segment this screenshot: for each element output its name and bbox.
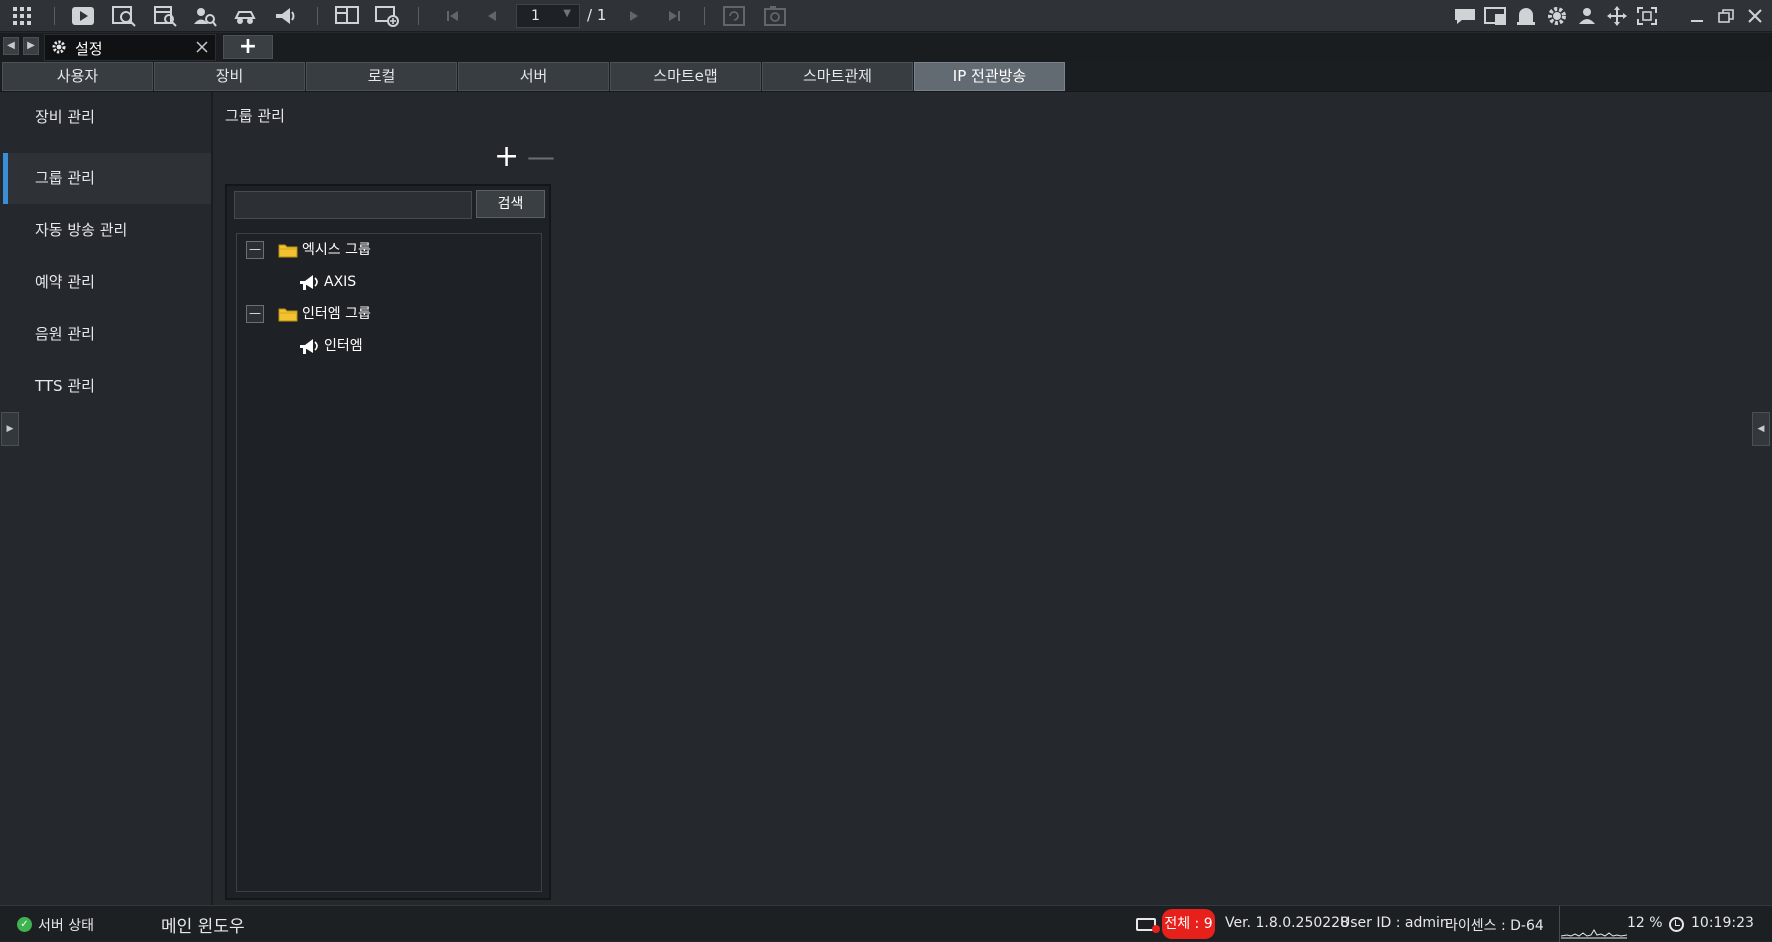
cpu-usage: 12 %	[1627, 915, 1663, 931]
tab-server[interactable]: 서버	[458, 62, 609, 91]
tab-settings[interactable]: 설정	[44, 34, 216, 61]
group-tree-panel: 검색 — 엑시스 그룹 AXIS — 인터엠 그룹 인터엠	[225, 184, 551, 900]
top-toolbar: 1 ▼ / 1	[0, 0, 1772, 32]
refresh-screen-icon[interactable]	[721, 4, 747, 28]
tree-group-label: 엑시스 그룹	[302, 242, 371, 258]
clock-time: 10:19:23	[1691, 915, 1754, 931]
gear-icon	[51, 39, 67, 55]
main-window-label: 메인 윈도우	[161, 917, 245, 937]
snapshot-icon[interactable]	[762, 4, 788, 28]
collapse-toggle-icon[interactable]: —	[246, 241, 264, 259]
page-number-select[interactable]: 1 ▼	[516, 4, 580, 28]
divider	[1559, 906, 1560, 942]
tab-smart-control[interactable]: 스마트관제	[762, 62, 913, 91]
page-title: 그룹 관리	[225, 107, 285, 125]
tree-group-row[interactable]: — 엑시스 그룹	[237, 237, 537, 263]
tab-local[interactable]: 로컬	[306, 62, 457, 91]
search-button[interactable]: 검색	[476, 190, 545, 218]
tree-device-row[interactable]: 인터엠	[237, 333, 537, 359]
layout-icon[interactable]	[334, 4, 360, 28]
megaphone-icon	[300, 275, 318, 290]
minimize-icon[interactable]	[1686, 4, 1708, 28]
prev-page-icon[interactable]	[480, 4, 506, 28]
collapse-toggle-icon[interactable]: —	[246, 305, 264, 323]
user-icon[interactable]	[1574, 4, 1600, 28]
megaphone-icon	[300, 339, 318, 354]
clock-icon	[1669, 917, 1684, 932]
settings-icon[interactable]	[1544, 4, 1570, 28]
tab-devices[interactable]: 장비	[154, 62, 305, 91]
folder-icon	[278, 244, 298, 258]
settings-tabs: 사용자 장비 로컬 서버 스마트e맵 스마트관제 IP 전관방송	[0, 61, 1772, 92]
toolbar-separator	[54, 7, 55, 25]
version-label: Ver. 1.8.0.250228	[1225, 915, 1349, 931]
tab-smart-emap[interactable]: 스마트e맵	[610, 62, 761, 91]
user-id-label: User ID : admin	[1340, 915, 1449, 931]
check-icon: ✓	[17, 917, 32, 932]
status-bar: ✓ 서버 상태 메인 윈도우 전체 : 9 Ver. 1.8.0.250228 …	[0, 905, 1772, 942]
chat-icon[interactable]	[1452, 4, 1478, 28]
remote-icon[interactable]	[1483, 4, 1509, 28]
cpu-graph	[1561, 929, 1627, 939]
first-page-icon[interactable]	[440, 4, 466, 28]
play-icon[interactable]	[70, 4, 96, 28]
last-page-icon[interactable]	[661, 4, 687, 28]
add-screen-icon[interactable]	[374, 4, 400, 28]
status-badge[interactable]: 전체 : 9	[1162, 909, 1215, 939]
tree-group-row[interactable]: — 인터엠 그룹	[237, 301, 537, 327]
toolbar-separator	[418, 7, 419, 25]
sidebar-item-audio-source[interactable]: 음원 관리	[3, 309, 211, 360]
remove-group-button[interactable]: —	[527, 143, 555, 171]
sidebar-item-reservation[interactable]: 예약 관리	[3, 257, 211, 308]
sidebar-item-auto-broadcast[interactable]: 자동 방송 관리	[3, 205, 211, 256]
tab-scroll-right-icon[interactable]: ▶	[23, 37, 39, 55]
right-panel-toggle-icon[interactable]: ◀	[1752, 412, 1770, 446]
next-page-icon[interactable]	[620, 4, 646, 28]
broadcast-icon[interactable]	[273, 4, 299, 28]
chevron-down-icon: ▼	[563, 8, 571, 19]
toolbar-separator	[317, 7, 318, 25]
vehicle-search-icon[interactable]	[232, 4, 258, 28]
page-total: / 1	[587, 6, 607, 24]
license-label: 라이센스 : D-64	[1445, 918, 1544, 934]
move-icon[interactable]	[1604, 4, 1630, 28]
group-tree: — 엑시스 그룹 AXIS — 인터엠 그룹 인터엠	[236, 233, 542, 892]
sidebar-item-device-management[interactable]: 장비 관리	[3, 92, 211, 143]
tab-scroll-left-icon[interactable]: ◀	[3, 37, 19, 55]
tree-device-label: AXIS	[324, 274, 357, 290]
close-icon[interactable]	[1744, 4, 1766, 28]
event-search-icon[interactable]	[152, 4, 178, 28]
camera-alert-icon[interactable]	[1136, 918, 1160, 933]
restore-icon[interactable]	[1715, 4, 1737, 28]
person-search-icon[interactable]	[192, 4, 218, 28]
page-number: 1	[531, 8, 540, 24]
document-tab-strip: ◀ ▶ 설정 +	[0, 33, 1772, 61]
grid-icon[interactable]	[9, 4, 35, 28]
tab-settings-label: 설정	[75, 40, 103, 58]
server-status[interactable]: 서버 상태	[38, 915, 94, 935]
tree-device-row[interactable]: AXIS	[237, 269, 537, 295]
left-panel-toggle-icon[interactable]: ▶	[1, 412, 19, 446]
tree-device-label: 인터엠	[324, 338, 363, 354]
tab-ip-broadcast[interactable]: IP 전관방송	[914, 62, 1065, 91]
search-input[interactable]	[234, 191, 472, 219]
tree-group-label: 인터엠 그룹	[302, 306, 371, 322]
add-tab-button[interactable]: +	[223, 35, 273, 59]
close-tab-icon[interactable]	[195, 40, 209, 54]
toolbar-separator	[704, 7, 705, 25]
tab-users[interactable]: 사용자	[2, 62, 153, 91]
alarm-icon[interactable]	[1513, 4, 1539, 28]
sidebar-item-tts[interactable]: TTS 관리	[3, 361, 211, 412]
folder-icon	[278, 308, 298, 322]
sidebar-item-group-management[interactable]: 그룹 관리	[3, 153, 211, 204]
sidebar: 장비 관리 그룹 관리 자동 방송 관리 예약 관리 음원 관리 TTS 관리	[0, 92, 213, 905]
fullscreen-icon[interactable]	[1634, 4, 1660, 28]
add-group-button[interactable]: +	[494, 142, 519, 172]
playback-search-icon[interactable]	[111, 4, 137, 28]
